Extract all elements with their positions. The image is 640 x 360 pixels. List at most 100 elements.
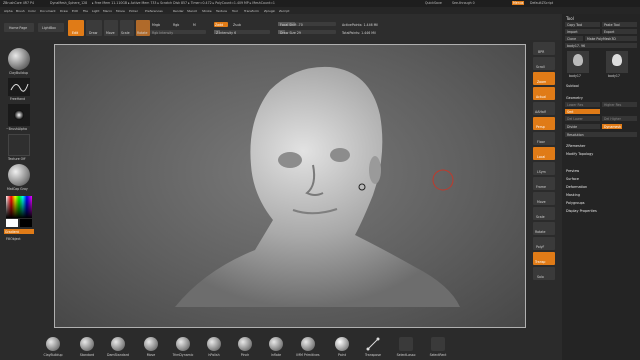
smt-toggle[interactable]: Smt [565,109,600,114]
bpr-button[interactable]: BPR [533,42,555,55]
brush-inflate-icon[interactable] [269,337,283,351]
actual-button[interactable]: Actual [533,87,555,100]
texture-thumbnail-icon[interactable] [8,134,30,156]
menu-item[interactable]: Render [173,9,184,13]
zsub-toggle[interactable]: Zsub [233,23,241,27]
brush-claybuildup-icon[interactable] [46,337,60,351]
material-thumbnail-icon[interactable] [8,164,30,186]
menu-item[interactable]: Edit [72,9,78,13]
canvas-viewport[interactable] [54,44,526,328]
rgb-toggle[interactable]: Rgb [173,23,179,27]
lsym-button[interactable]: LSym [533,162,555,175]
import-button[interactable]: Import [565,29,600,34]
fill-object-button[interactable]: FillObject [6,237,21,241]
solo-button[interactable]: Solo [533,267,555,280]
subtool-section[interactable]: Subtool [566,84,579,88]
preview-section[interactable]: Preview [566,169,579,173]
select-rect-icon[interactable] [431,337,445,351]
brush-hpolish-icon[interactable] [207,337,221,351]
home-page-button[interactable]: Home Page [4,23,34,32]
divide-button[interactable]: Divide [565,124,600,129]
lightbox-button[interactable]: LightBox [38,23,64,32]
masking-section[interactable]: Masking [566,193,580,197]
tool-thumbnail-2[interactable] [606,51,628,73]
menu-item[interactable]: Picker [129,9,138,13]
menus-button[interactable]: Menus [512,1,525,5]
transp-button[interactable]: Transp [533,252,555,265]
paste-tool-button[interactable]: Paste Tool [602,22,637,27]
draw-button[interactable]: Draw [86,20,102,36]
polygroups-section[interactable]: Polygroups [566,201,585,205]
menu-item[interactable]: Texture [216,9,227,13]
secondary-color-swatch[interactable] [20,219,32,227]
brush-damstandard-icon[interactable] [111,337,125,351]
main-color-swatch[interactable] [6,219,18,227]
menu-item[interactable]: Brush [16,9,25,13]
polyf-button[interactable]: PolyF [533,237,555,250]
move-button[interactable]: Move [104,20,118,36]
brush-trimdynamic-icon[interactable] [176,337,190,351]
menu-item[interactable]: Stencil [187,9,197,13]
edit-button[interactable]: Edit [68,20,84,36]
menu-item[interactable]: Zplugin [264,9,275,13]
menu-item[interactable]: Movie [116,9,125,13]
menu-item[interactable]: Document [40,9,56,13]
alpha-thumbnail-icon[interactable] [8,104,30,126]
floor-button[interactable]: Floor [533,132,555,145]
m-toggle[interactable]: M [193,23,196,27]
scale-view-button[interactable]: Scale [533,207,555,220]
transpose-icon[interactable] [366,337,380,351]
surface-section[interactable]: Surface [566,177,579,181]
lower-res-button[interactable]: Lower Res [565,102,600,107]
deformation-section[interactable]: Deformation [566,185,587,189]
brush-pinch-icon[interactable] [238,337,252,351]
local-button[interactable]: Local [533,147,555,160]
draw-size-slider[interactable]: Draw Size 29 [278,30,336,35]
copy-tool-button[interactable]: Copy Tool [565,22,600,27]
menu-item[interactable]: Draw [60,9,68,13]
zoom-button[interactable]: Zoom [533,72,555,85]
higher-res-button[interactable]: Higher Res [602,102,637,107]
make-polymesh-button[interactable]: Make PolyMesh3D [585,36,637,41]
brush-move-icon[interactable] [144,337,158,351]
brush-standard-icon[interactable] [80,337,94,351]
color-picker[interactable] [6,196,32,218]
brush-paint-icon[interactable] [335,337,349,351]
menu-item[interactable]: Preferences [145,9,163,13]
dynamesh-button[interactable]: Dynamesh [602,124,622,129]
brush-thumbnail-icon[interactable] [8,48,30,70]
resolution-slider[interactable]: Resolution [565,132,637,137]
geometry-section[interactable]: Geometry [566,96,583,100]
zremesher-section[interactable]: ZRemesher [566,144,585,148]
export-button[interactable]: Export [602,29,637,34]
mrgb-toggle[interactable]: Mrgb [152,23,160,27]
rotate-button[interactable]: Rotate [136,20,150,36]
quicksave-button[interactable]: QuickSave [425,1,442,5]
tool-thumbnail-1[interactable] [567,51,589,73]
modify-topology-section[interactable]: Modify Topology [566,152,593,156]
menu-item[interactable]: Tool [232,9,238,13]
scale-button[interactable]: Scale [120,20,134,36]
zadd-toggle[interactable]: Zadd [214,22,228,27]
menu-item[interactable]: Transform [244,9,259,13]
menu-item[interactable]: Macro [103,9,112,13]
aahalf-button[interactable]: AAHalf [533,102,555,115]
menu-item[interactable]: Color [28,9,36,13]
rotate-view-button[interactable]: Rotate [533,222,555,235]
scroll-button[interactable]: Scroll [533,57,555,70]
stroke-thumbnail-icon[interactable] [8,78,30,96]
rgb-intensity-slider[interactable]: Rgb Intensity [150,30,206,35]
del-lower-button[interactable]: Del Lower [565,116,600,121]
menu-item[interactable]: Light [92,9,100,13]
brush-imm-primitives-icon[interactable] [301,337,315,351]
select-lasso-icon[interactable] [399,337,413,351]
menu-item[interactable]: Stroke [202,9,212,13]
tool-name-slider[interactable]: body17. 96 [565,43,637,48]
persp-button[interactable]: Persp [533,117,555,130]
see-through-slider[interactable]: See-through 0 [452,1,475,5]
default-zscript-button[interactable]: DefaultZScript [530,1,553,5]
focal-shift-slider[interactable]: Focal Shift -70 [278,22,336,27]
gradient-toggle[interactable]: Gradient [4,229,34,234]
display-properties-section[interactable]: Display Properties [566,209,597,213]
menu-item[interactable]: File [83,9,88,13]
